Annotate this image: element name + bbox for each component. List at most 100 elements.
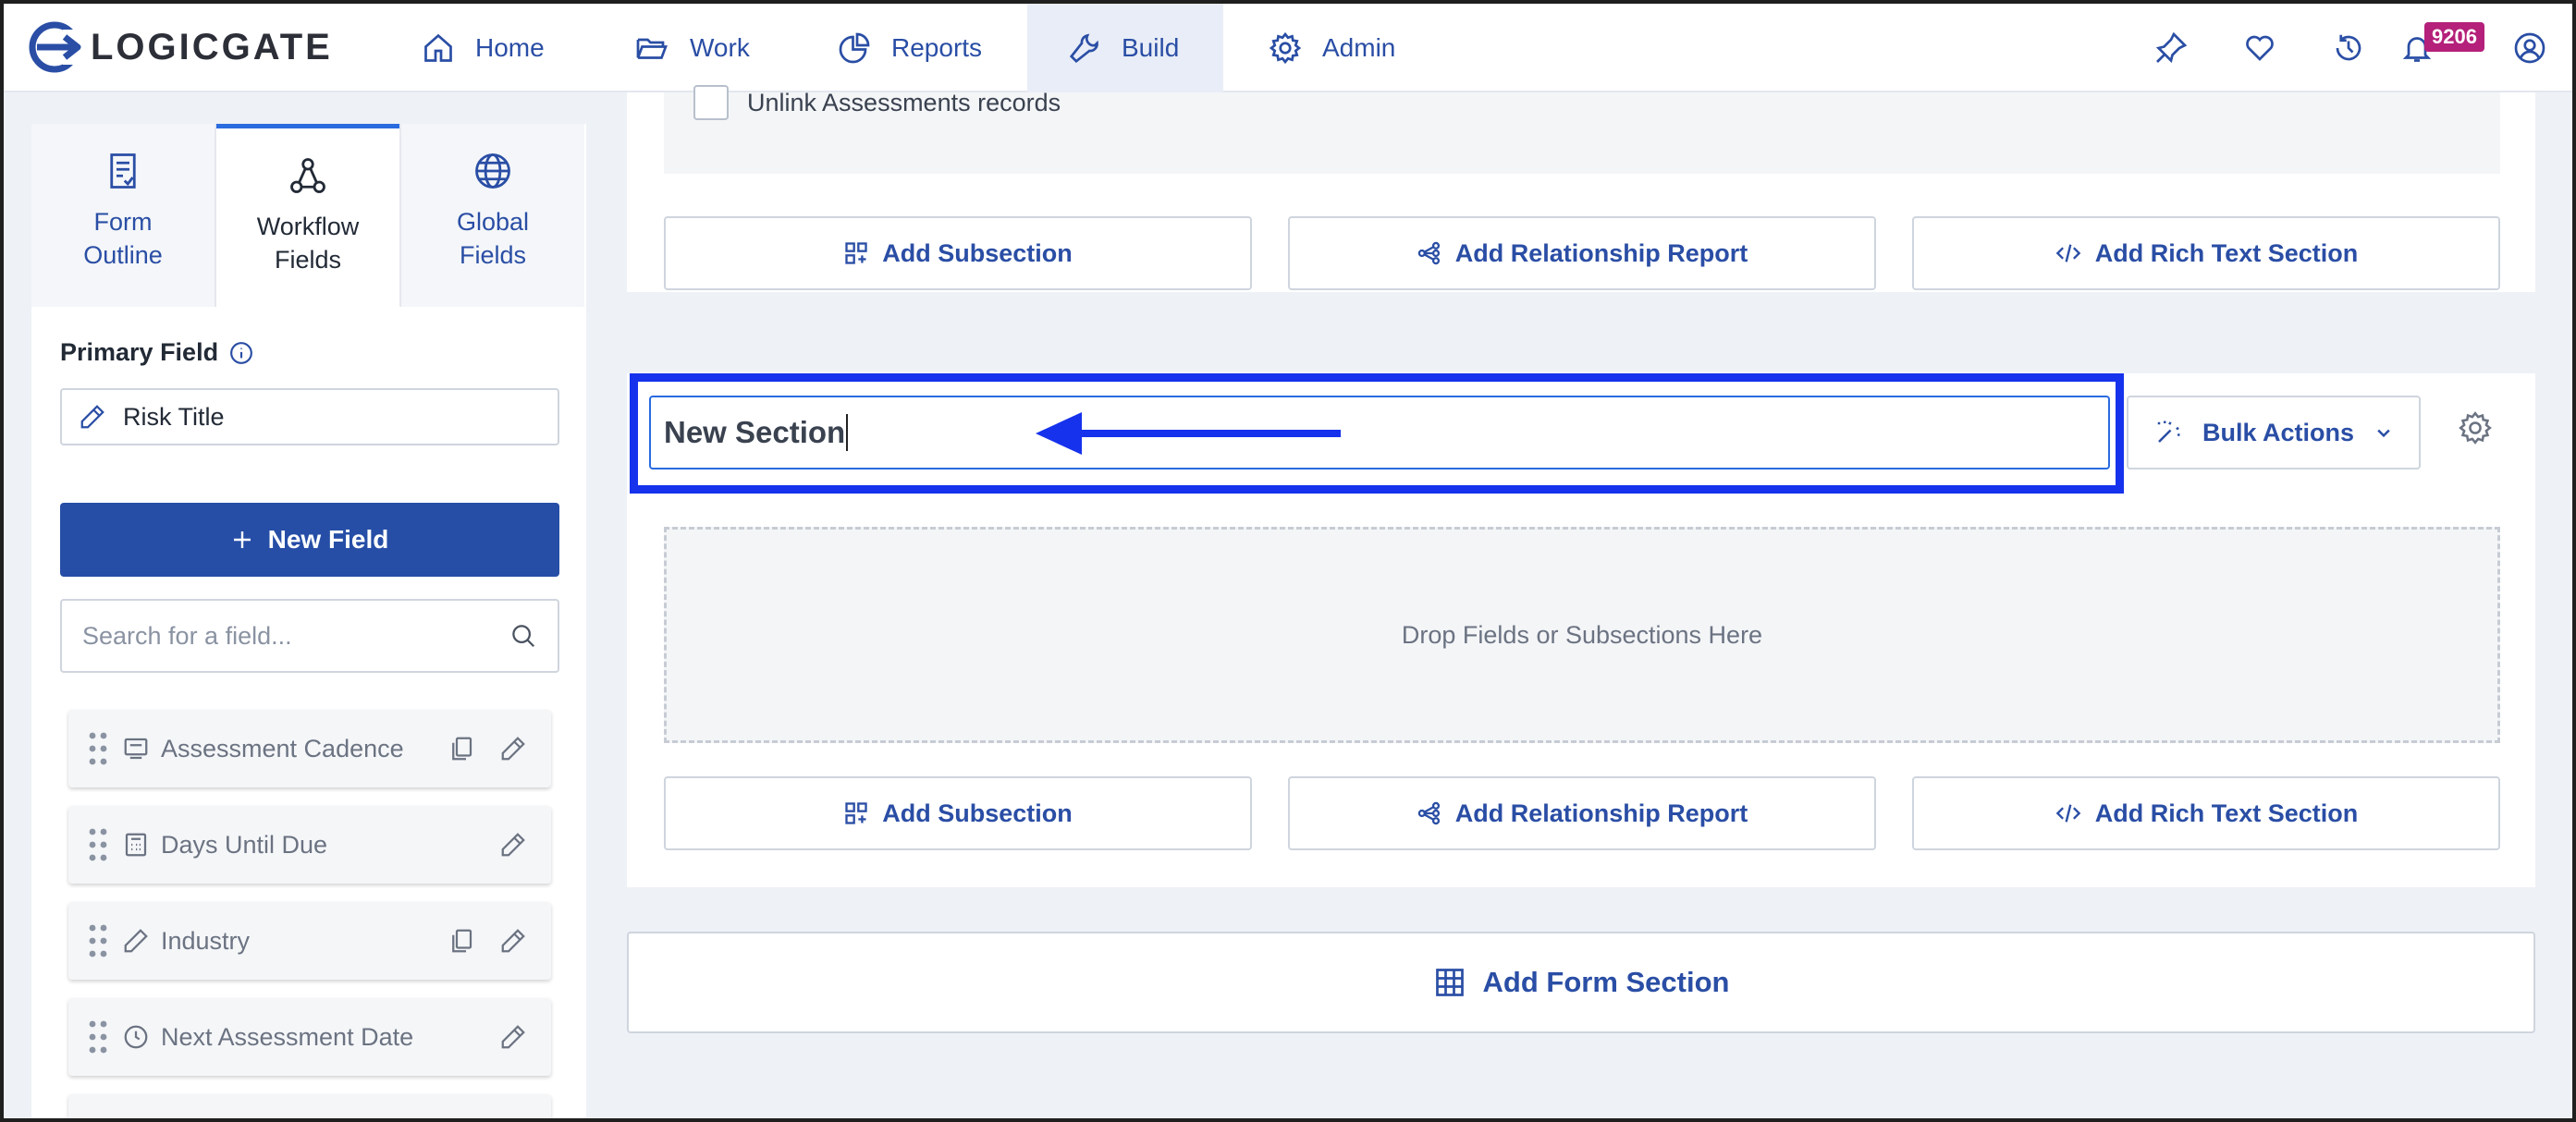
nav-admin-label: Admin	[1322, 33, 1396, 62]
top-nav: LOGICGATE Home Work Reports Build Admin …	[4, 4, 2572, 92]
field-name: Assessment Cadence	[161, 734, 404, 762]
add-rich-text-section-button[interactable]: Add Rich Text Section	[1912, 216, 2500, 290]
bulk-actions-button[interactable]: Bulk Actions	[2127, 396, 2421, 470]
unlink-assessments-option[interactable]: Unlink Assessments records	[693, 85, 1061, 120]
history-button[interactable]	[2332, 4, 2365, 92]
tab-workflow-fields-line2: Fields	[274, 246, 342, 274]
primary-field-label-text: Primary Field	[60, 338, 219, 366]
gear-icon	[1269, 31, 1302, 65]
add-form-section-button[interactable]: Add Form Section	[627, 932, 2535, 1033]
nav-work-label: Work	[690, 33, 750, 62]
drag-handle-icon[interactable]	[89, 828, 107, 861]
chevron-down-icon	[2377, 429, 2390, 438]
nav-home[interactable]: Home	[422, 4, 570, 92]
add-subsection-button[interactable]: Add Subsection	[664, 776, 1252, 850]
pin-icon	[2155, 31, 2188, 64]
list-item[interactable]: Next Assessment Date	[68, 998, 551, 1076]
user-menu-button[interactable]	[2513, 4, 2546, 92]
annotation-arrow-icon	[1036, 412, 1341, 455]
pin-button[interactable]	[2154, 4, 2188, 92]
field-name: Industry	[161, 926, 251, 955]
code-icon	[2055, 804, 2081, 823]
workflow-icon	[290, 158, 325, 193]
drop-zone[interactable]: Drop Fields or Subsections Here	[664, 527, 2500, 743]
drop-zone-text: Drop Fields or Subsections Here	[1401, 620, 1763, 649]
nav-build-label: Build	[1122, 33, 1180, 62]
logo-text: LOGICGATE	[91, 26, 333, 67]
add-subsection-label: Add Subsection	[882, 799, 1073, 827]
add-subsection-icon	[845, 242, 867, 264]
user-icon	[2514, 32, 2545, 64]
copy-icon[interactable]	[448, 735, 475, 762]
new-field-button[interactable]: New Field	[60, 503, 559, 577]
edit-icon[interactable]	[499, 735, 527, 762]
home-icon	[424, 33, 452, 62]
favorites-button[interactable]	[2243, 4, 2276, 92]
edit-icon[interactable]	[499, 927, 527, 955]
globe-icon	[475, 153, 510, 189]
nav-home-label: Home	[475, 33, 545, 62]
form-outline-icon	[110, 153, 136, 189]
drag-handle-icon[interactable]	[89, 924, 107, 957]
nav-reports[interactable]: Reports	[838, 4, 1023, 92]
edit-icon[interactable]	[499, 831, 527, 859]
list-item[interactable]	[68, 1094, 551, 1122]
pie-chart-icon	[839, 32, 870, 64]
tab-workflow-fields-line1: Workflow	[256, 213, 360, 240]
add-subsection-label: Add Subsection	[882, 238, 1073, 267]
clock-icon	[124, 1025, 148, 1049]
unlink-assessments-label: Unlink Assessments records	[747, 88, 1061, 116]
add-relationship-report-button[interactable]: Add Relationship Report	[1288, 776, 1876, 850]
primary-field-input[interactable]: Risk Title	[60, 388, 559, 445]
plus-icon	[233, 531, 251, 548]
section-gap	[627, 292, 2535, 373]
add-subsection-button[interactable]: Add Subsection	[664, 216, 1252, 290]
logo[interactable]: LOGICGATE	[28, 20, 333, 74]
list-item[interactable]: Days Until Due	[68, 806, 551, 884]
drag-handle-icon[interactable]	[89, 732, 107, 765]
bulk-actions-label: Bulk Actions	[2202, 418, 2355, 446]
tab-global-fields-line2: Fields	[459, 241, 527, 269]
tab-global-fields[interactable]: Global Fields	[401, 124, 584, 307]
nav-reports-label: Reports	[891, 33, 983, 62]
code-icon	[2055, 244, 2081, 262]
add-relationship-report-button[interactable]: Add Relationship Report	[1288, 216, 1876, 290]
tab-form-outline-line1: Form	[93, 208, 153, 236]
history-icon	[2336, 34, 2361, 61]
add-rich-text-section-button[interactable]: Add Rich Text Section	[1912, 776, 2500, 850]
primary-field-label: Primary Field	[60, 338, 253, 367]
list-item[interactable]: Industry	[68, 902, 551, 980]
field-search-input[interactable]: Search for a field...	[60, 599, 559, 673]
folder-icon	[636, 38, 668, 59]
nav-build[interactable]: Build	[1027, 4, 1223, 92]
section-settings-icon[interactable]	[2458, 410, 2493, 445]
new-field-label: New Field	[267, 525, 389, 554]
search-icon	[512, 625, 535, 648]
tab-form-outline-line2: Outline	[83, 241, 163, 269]
table-grid-icon	[1435, 969, 1464, 996]
relationship-icon	[1417, 241, 1440, 265]
nav-work[interactable]: Work	[634, 4, 773, 92]
nav-admin[interactable]: Admin	[1269, 4, 1435, 92]
add-subsection-icon	[845, 802, 867, 824]
field-name: Next Assessment Date	[161, 1022, 414, 1051]
copy-icon[interactable]	[448, 927, 475, 955]
info-icon[interactable]	[229, 341, 253, 365]
notification-count-badge: 9206	[2424, 22, 2484, 52]
add-rich-text-section-label: Add Rich Text Section	[2094, 799, 2359, 827]
field-search-placeholder: Search for a field...	[82, 621, 292, 650]
edit-icon[interactable]	[499, 1023, 527, 1051]
card-icon	[124, 738, 148, 760]
primary-field-value: Risk Title	[123, 402, 225, 431]
add-relationship-report-label: Add Relationship Report	[1454, 238, 1748, 267]
unlink-assessments-checkbox[interactable]	[693, 85, 729, 120]
tab-workflow-fields[interactable]: Workflow Fields	[216, 124, 399, 307]
wrench-icon	[1069, 33, 1098, 64]
drag-handle-icon[interactable]	[89, 1020, 107, 1054]
relationship-icon	[1417, 801, 1440, 825]
tab-form-outline[interactable]: Form Outline	[31, 124, 215, 307]
list-item[interactable]: Assessment Cadence	[68, 710, 551, 787]
add-form-section-label: Add Form Section	[1482, 966, 1730, 998]
logicgate-logo-icon	[29, 21, 81, 73]
field-name: Days Until Due	[161, 830, 328, 859]
